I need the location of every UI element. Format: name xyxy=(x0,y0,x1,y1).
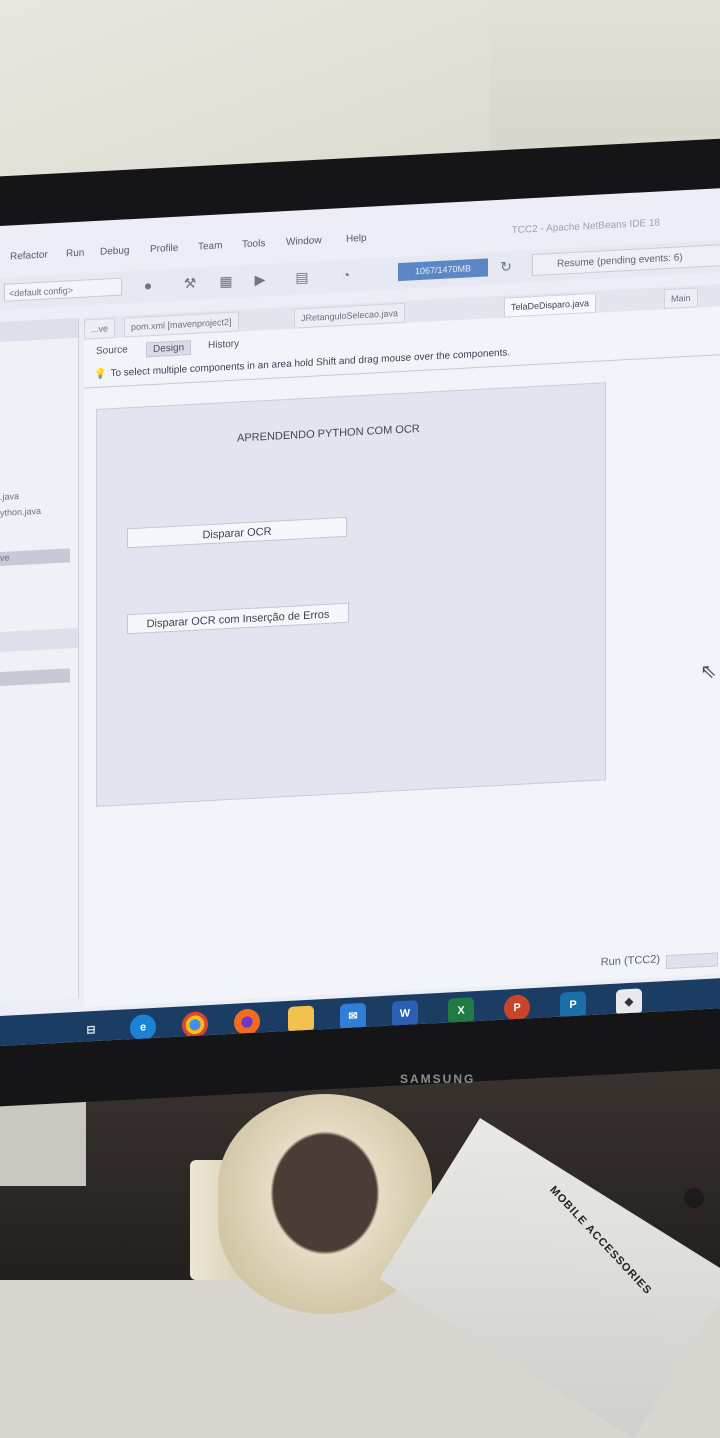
memory-indicator[interactable]: 1067/1470MB xyxy=(398,258,488,282)
netbeans-icon[interactable]: ◆ xyxy=(616,988,642,1016)
resume-button[interactable]: Resume (pending events: 6) xyxy=(532,243,720,277)
window-title: TCC2 - Apache NetBeans IDE 18 xyxy=(511,217,660,237)
run-icon[interactable]: ▶ xyxy=(250,269,270,290)
mouse-cursor-icon: ⇖ xyxy=(700,660,717,684)
disparar-ocr-erros-button[interactable]: Disparar OCR com Inserção de Erros xyxy=(127,602,349,635)
editor-area: ...ve pom.xml [mavenproject2] JRetangulo… xyxy=(84,284,720,1008)
status-run-label[interactable]: Run (TCC2) xyxy=(601,953,660,968)
menu-help[interactable]: Help xyxy=(346,233,367,245)
tree-item[interactable]: ython.java xyxy=(0,506,41,518)
navigator-panel-header xyxy=(0,627,78,652)
task-view-icon[interactable]: ⊟ xyxy=(78,1017,104,1044)
menu-debug[interactable]: Debug xyxy=(100,245,129,258)
lightbulb-icon: 💡 xyxy=(94,368,107,381)
projects-panel-header xyxy=(0,317,78,342)
debug-icon[interactable]: ▤ xyxy=(292,267,312,288)
menu-refactor[interactable]: Refactor xyxy=(10,249,48,262)
hammer-icon[interactable]: ⚒ xyxy=(180,273,200,294)
menu-team[interactable]: Team xyxy=(198,240,222,252)
mail-icon[interactable]: ✉ xyxy=(340,1002,366,1031)
gc-icon[interactable]: ↻ xyxy=(496,256,516,277)
menu-run[interactable]: Run xyxy=(66,248,84,260)
bag-hang-hole xyxy=(684,1188,704,1208)
projects-panel: .java ython.java ve xyxy=(0,317,79,1003)
tab-history[interactable]: History xyxy=(202,337,245,352)
project-icon[interactable]: P xyxy=(560,991,586,1019)
disparar-ocr-button[interactable]: Disparar OCR xyxy=(127,516,347,549)
excel-icon[interactable]: X xyxy=(448,997,474,1025)
edge-icon[interactable]: e xyxy=(130,1013,156,1042)
clean-build-icon[interactable]: ▦ xyxy=(216,271,236,292)
chrome-icon[interactable] xyxy=(182,1011,208,1039)
navigator-item-selected[interactable] xyxy=(0,668,70,686)
tree-item[interactable]: ve xyxy=(0,553,10,563)
powerpoint-icon[interactable]: P xyxy=(504,994,530,1022)
file-explorer-icon[interactable] xyxy=(288,1005,314,1033)
menu-profile[interactable]: Profile xyxy=(150,243,178,255)
tab-source[interactable]: Source xyxy=(90,343,134,358)
status-progress-bar xyxy=(666,952,718,970)
tab-design[interactable]: Design xyxy=(146,339,192,358)
monitor-brand-label: SAMSUNG xyxy=(400,1072,476,1086)
menu-window[interactable]: Window xyxy=(286,235,322,248)
config-select[interactable]: <default config> xyxy=(4,277,122,302)
word-icon[interactable]: W xyxy=(392,1000,418,1028)
form-title-label[interactable]: APRENDENDO PYTHON COM OCR xyxy=(237,423,420,445)
form-design-canvas[interactable]: APRENDENDO PYTHON COM OCR Disparar OCR D… xyxy=(96,382,606,807)
tree-item[interactable]: .java xyxy=(0,491,19,502)
globe-icon[interactable]: ● xyxy=(138,275,158,296)
firefox-icon[interactable] xyxy=(234,1008,260,1036)
profile-icon[interactable]: ◔ xyxy=(336,264,356,285)
tab-main[interactable]: Main xyxy=(664,287,698,310)
monitor-screen: Refactor Run Debug Profile Team Tools Wi… xyxy=(0,188,720,1046)
tab-previous[interactable]: ...ve xyxy=(84,317,116,340)
tab-tela-de-disparo[interactable]: TelaDeDisparo.java xyxy=(504,292,597,318)
tree-item-selected[interactable] xyxy=(0,548,70,566)
menu-tools[interactable]: Tools xyxy=(242,238,265,250)
